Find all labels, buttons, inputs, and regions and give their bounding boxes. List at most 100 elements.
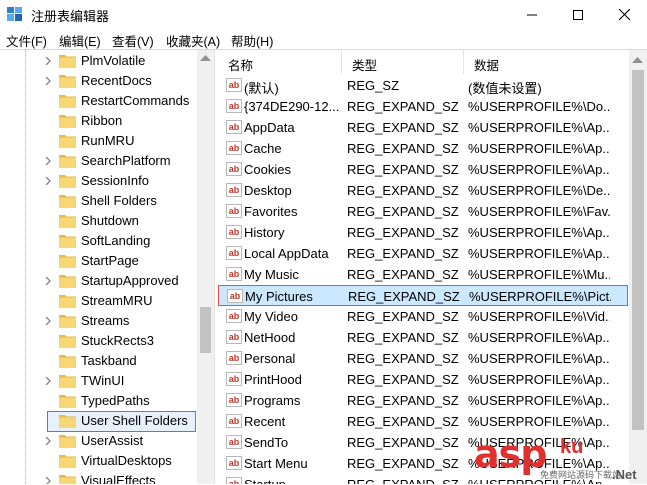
- string-value-icon: ab: [227, 289, 243, 303]
- folder-icon: [59, 115, 76, 128]
- tree-item-label: SoftLanding: [81, 233, 151, 248]
- tree-item[interactable]: RunMRU: [0, 131, 200, 151]
- tree-item-label: TypedPaths: [81, 393, 150, 408]
- tree-item[interactable]: SessionInfo: [0, 171, 200, 191]
- tree-item[interactable]: StuckRects3: [0, 331, 200, 351]
- tree-item[interactable]: StreamMRU: [0, 291, 200, 311]
- value-name: {374DE290-12...: [244, 99, 340, 114]
- close-button[interactable]: [601, 0, 647, 29]
- tree-item[interactable]: Shutdown: [0, 211, 200, 231]
- tree-item[interactable]: Streams: [0, 311, 200, 331]
- table-row[interactable]: ab Personal REG_EXPAND_SZ %USERPROFILE%\Ap.…: [218, 348, 628, 369]
- watermark: asp ku 免费网站源码下载站 .Net: [474, 432, 647, 484]
- table-row[interactable]: ab Local AppData REG_EXPAND_SZ %USERPROFILE…: [218, 243, 628, 264]
- chevron-right-icon[interactable]: [44, 317, 52, 325]
- value-name: Local AppData: [244, 246, 329, 261]
- maximize-button[interactable]: [555, 0, 601, 29]
- title-bar: 注册表编辑器: [0, 0, 647, 29]
- chevron-right-icon[interactable]: [44, 277, 52, 285]
- table-row[interactable]: ab History REG_EXPAND_SZ %USERPROFILE%\Ap..…: [218, 222, 628, 243]
- value-data: %USERPROFILE%\De...: [468, 183, 610, 198]
- chevron-right-icon[interactable]: [44, 177, 52, 185]
- tree-item[interactable]: VirtualDesktops: [0, 451, 200, 471]
- folder-icon: [59, 395, 76, 408]
- table-row[interactable]: ab Favorites REG_EXPAND_SZ %USERPROFILE%\Fa…: [218, 201, 628, 222]
- table-row[interactable]: ab {374DE290-12... REG_EXPAND_SZ %USERPROFI…: [218, 96, 628, 117]
- tree-scroll-thumb[interactable]: [200, 307, 211, 353]
- folder-icon: [59, 155, 76, 168]
- tree-item[interactable]: RestartCommands: [0, 91, 200, 111]
- table-row[interactable]: ab My Video REG_EXPAND_SZ %USERPROFILE%\Vid…: [218, 306, 628, 327]
- tree-item-label: SearchPlatform: [81, 153, 171, 168]
- menu-favorites[interactable]: 收藏夹(A): [166, 31, 220, 50]
- folder-icon: [59, 315, 76, 328]
- value-type: REG_EXPAND_SZ: [347, 99, 459, 114]
- string-value-icon: ab: [226, 309, 242, 323]
- value-data: %USERPROFILE%\Ap...: [468, 141, 610, 156]
- menu-file[interactable]: 文件(F): [6, 31, 47, 50]
- table-row[interactable]: ab Recent REG_EXPAND_SZ %USERPROFILE%\Ap...: [218, 411, 628, 432]
- value-name: Startup: [244, 477, 344, 484]
- table-row[interactable]: ab Desktop REG_EXPAND_SZ %USERPROFILE%\De..…: [218, 180, 628, 201]
- tree-item[interactable]: User Shell Folders: [0, 411, 200, 431]
- tree-item-label: StreamMRU: [81, 293, 153, 308]
- table-row[interactable]: ab Programs REG_EXPAND_SZ %USERPROFILE%\Ap.…: [218, 390, 628, 411]
- value-type: REG_EXPAND_SZ: [347, 393, 459, 408]
- value-name: Cache: [244, 141, 282, 156]
- tree-item[interactable]: RecentDocs: [0, 71, 200, 91]
- menu-edit[interactable]: 编辑(E): [59, 31, 101, 50]
- value-data: %USERPROFILE%\Do...: [468, 99, 610, 114]
- list-scroll-up-icon[interactable]: [632, 57, 643, 64]
- tree-item[interactable]: StartPage: [0, 251, 200, 271]
- value-data: %USERPROFILE%\Ap...: [468, 120, 610, 135]
- menu-help[interactable]: 帮助(H): [231, 31, 273, 50]
- table-row[interactable]: ab My Music REG_EXPAND_SZ %USERPROFILE%\Mu.…: [218, 264, 628, 285]
- tree-item[interactable]: UserAssist: [0, 431, 200, 451]
- table-row[interactable]: ab (默认) REG_SZ (数值未设置): [218, 75, 628, 96]
- menu-view[interactable]: 查看(V): [112, 31, 154, 50]
- tree-item-label: RestartCommands: [81, 93, 190, 108]
- tree-item[interactable]: StartupApproved: [0, 271, 200, 291]
- chevron-right-icon[interactable]: [44, 57, 52, 65]
- minimize-button[interactable]: [509, 0, 555, 29]
- chevron-right-icon[interactable]: [44, 157, 52, 165]
- tree-scrollbar[interactable]: [197, 50, 214, 484]
- table-row[interactable]: ab AppData REG_EXPAND_SZ %USERPROFILE%\Ap..…: [218, 117, 628, 138]
- tree-item[interactable]: Shell Folders: [0, 191, 200, 211]
- string-value-icon: ab: [226, 99, 242, 113]
- column-header-name[interactable]: 名称: [218, 50, 342, 74]
- value-data: %USERPROFILE%\Ap...: [468, 351, 610, 366]
- value-data: %USERPROFILE%\Ap...: [468, 246, 610, 261]
- chevron-right-icon[interactable]: [44, 77, 52, 85]
- chevron-right-icon[interactable]: [44, 377, 52, 385]
- table-row[interactable]: ab PrintHood REG_EXPAND_SZ %USERPROFILE%\Ap…: [218, 369, 628, 390]
- chevron-right-icon[interactable]: [44, 477, 52, 484]
- tree-item[interactable]: VisualEffects: [0, 471, 200, 484]
- tree-item-label: PlmVolatile: [81, 53, 146, 68]
- tree-item[interactable]: TypedPaths: [0, 391, 200, 411]
- value-name: Favorites: [244, 204, 298, 219]
- column-header-data[interactable]: 数据: [464, 50, 628, 74]
- table-row[interactable]: ab My Pictures REG_EXPAND_SZ %USERPROFILE%\…: [218, 285, 628, 306]
- value-type: REG_EXPAND_SZ: [347, 309, 459, 324]
- tree-item[interactable]: SoftLanding: [0, 231, 200, 251]
- value-data: %USERPROFILE%\Ap...: [468, 225, 610, 240]
- column-data-label: 数据: [474, 59, 500, 73]
- table-row[interactable]: ab NetHood REG_EXPAND_SZ %USERPROFILE%\Ap..…: [218, 327, 628, 348]
- registry-editor-icon: [7, 7, 22, 21]
- tree-item[interactable]: TWinUI: [0, 371, 200, 391]
- tree-item[interactable]: Taskband: [0, 351, 200, 371]
- chevron-right-icon[interactable]: [44, 437, 52, 445]
- tree-item[interactable]: SearchPlatform: [0, 151, 200, 171]
- table-row[interactable]: ab Cache REG_EXPAND_SZ %USERPROFILE%\Ap...: [218, 138, 628, 159]
- column-header-type[interactable]: 类型: [342, 50, 464, 74]
- scroll-up-icon[interactable]: [200, 55, 211, 62]
- value-data: %USERPROFILE%\Ap...: [468, 330, 610, 345]
- folder-icon: [59, 235, 76, 248]
- tree-item[interactable]: PlmVolatile: [0, 51, 200, 71]
- tree-item-label: StuckRects3: [81, 333, 154, 348]
- tree-item[interactable]: Ribbon: [0, 111, 200, 131]
- table-row[interactable]: ab Cookies REG_EXPAND_SZ %USERPROFILE%\Ap..…: [218, 159, 628, 180]
- list-scroll-thumb[interactable]: [632, 70, 644, 430]
- watermark-brand: asp: [474, 432, 547, 476]
